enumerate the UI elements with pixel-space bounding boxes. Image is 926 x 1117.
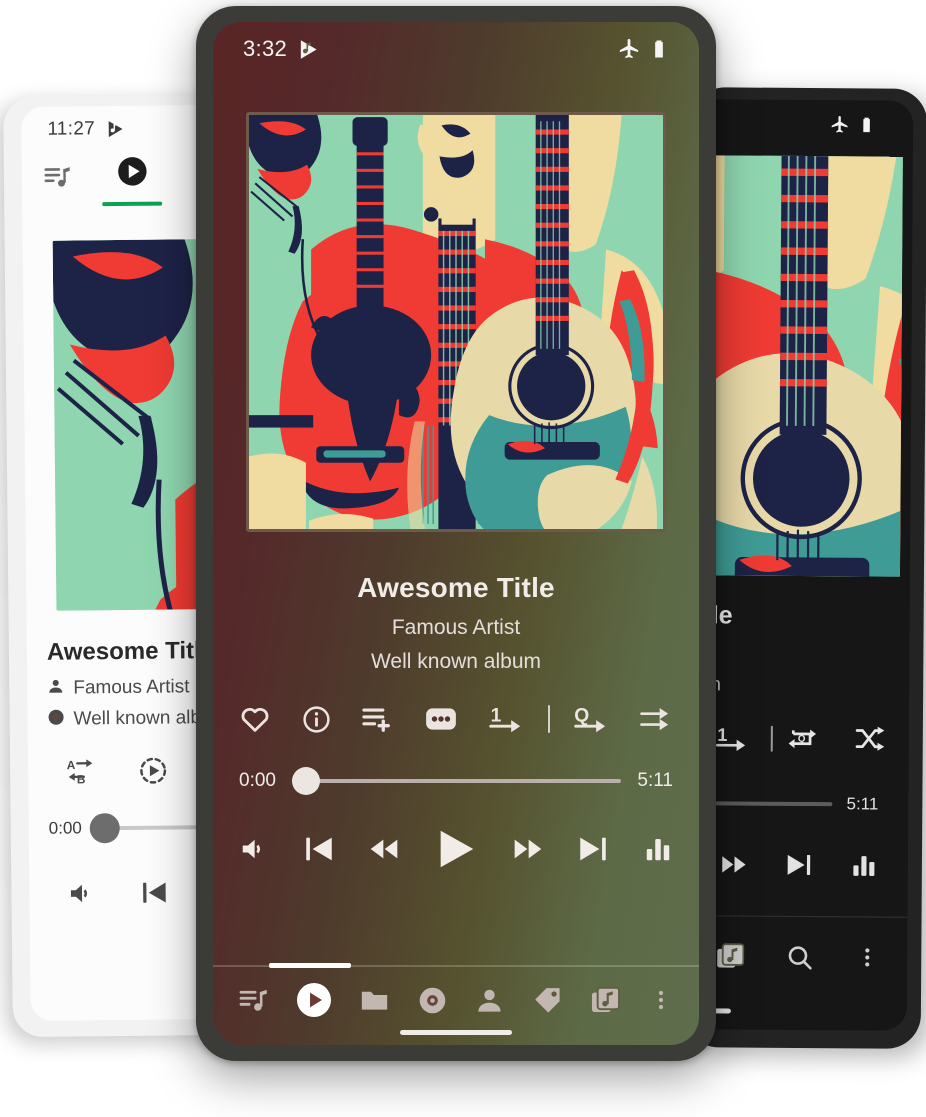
right-seek-bar[interactable]: 5:11 — [686, 753, 908, 815]
right-duration: 5:11 — [846, 794, 879, 814]
queue-music-icon — [44, 164, 71, 196]
next-track-button[interactable] — [576, 832, 610, 866]
rewind-button[interactable] — [368, 833, 400, 865]
phone-center-main: 3:32 Awesome Title Famous Artist Well kn… — [196, 6, 716, 1061]
center-track-artist: Famous Artist — [391, 616, 521, 639]
nav-separator — [213, 963, 699, 968]
right-album-artwork[interactable] — [709, 155, 903, 577]
next-track-button[interactable] — [784, 850, 814, 880]
right-action-row — [687, 696, 909, 755]
center-track-title: Awesome Title — [357, 572, 555, 603]
fast-forward-button[interactable] — [512, 833, 544, 865]
fast-forward-button[interactable] — [720, 850, 748, 878]
center-track-meta: Awesome Title Famous Artist Well known a… — [213, 572, 699, 674]
center-elapsed-time: 0:00 — [239, 770, 276, 791]
center-gesture-bar — [400, 1030, 512, 1035]
disc-icon — [47, 709, 64, 731]
nav-artists[interactable] — [475, 986, 504, 1015]
center-screen: 3:32 Awesome Title Famous Artist Well kn… — [213, 22, 699, 1045]
equalizer-button[interactable] — [850, 851, 878, 879]
nav-playlists[interactable] — [591, 986, 620, 1015]
music-note-play-icon — [105, 119, 125, 139]
add-to-queue-button[interactable] — [361, 703, 394, 736]
nav-overflow[interactable] — [649, 988, 673, 1012]
center-seek-bar[interactable]: 0:00 5:11 — [213, 767, 699, 795]
nav-player[interactable] — [296, 983, 331, 1017]
right-track-artist: Artist — [685, 642, 910, 666]
action-divider — [770, 725, 773, 752]
equalizer-button[interactable] — [643, 834, 673, 864]
center-duration: 5:11 — [637, 770, 673, 791]
nav-queue[interactable] — [239, 986, 268, 1015]
center-track-album: Well known album — [370, 650, 542, 673]
volume-button[interactable] — [239, 834, 269, 864]
airplane-mode-icon — [618, 38, 640, 60]
left-track-artist: Famous Artist — [73, 676, 190, 699]
right-track-album: album — [685, 674, 909, 698]
right-screen: Title Artist album 5:11 — [684, 99, 914, 1031]
sidebar-item-queue[interactable] — [44, 164, 71, 200]
play-queue-stop-button[interactable] — [573, 703, 609, 735]
nav-albums[interactable] — [418, 986, 447, 1015]
previous-track-button[interactable] — [302, 832, 336, 866]
play-one-stop-button[interactable] — [488, 703, 524, 735]
volume-button[interactable] — [67, 879, 95, 907]
nav-genres[interactable] — [533, 986, 562, 1015]
center-bottom-nav — [213, 983, 699, 1017]
battery-full-icon — [649, 39, 669, 59]
info-button[interactable] — [301, 704, 332, 735]
right-bottom-nav — [685, 916, 907, 972]
music-note-play-icon — [297, 38, 320, 61]
battery-full-icon — [858, 116, 875, 133]
center-transport-row — [213, 826, 699, 872]
center-status-bar: 3:32 — [213, 22, 699, 76]
sidebar-item-player[interactable] — [102, 156, 163, 207]
right-transport-row — [686, 813, 908, 881]
continue-button[interactable] — [639, 704, 673, 734]
shuffle-button[interactable] — [854, 723, 885, 754]
play-button[interactable] — [433, 826, 479, 872]
right-status-bar — [691, 99, 913, 149]
playback-speed-button[interactable] — [138, 756, 168, 786]
left-elapsed-time: 0:00 — [48, 818, 82, 838]
right-track-meta: Title Artist album — [685, 575, 910, 698]
repeat-queue-button[interactable] — [787, 723, 818, 754]
action-divider — [547, 705, 550, 733]
ab-repeat-button[interactable] — [66, 756, 96, 786]
nav-search[interactable] — [786, 943, 813, 970]
center-status-time: 3:32 — [243, 36, 288, 61]
phone-right-dark-theme: Title Artist album 5:11 — [684, 87, 926, 1049]
center-album-artwork[interactable] — [246, 112, 666, 532]
more-options-button[interactable] — [424, 702, 458, 736]
center-action-row — [213, 702, 699, 736]
left-status-time: 11:27 — [47, 118, 96, 140]
center-seek-thumb[interactable] — [291, 767, 320, 795]
play-circle-icon — [116, 156, 147, 192]
play-one-stop-button[interactable] — [715, 723, 749, 753]
airplane-mode-icon — [830, 115, 849, 134]
previous-track-button[interactable] — [139, 878, 169, 908]
screenshot-stage: 1 Q Q AB — [0, 0, 926, 1117]
person-icon — [47, 678, 64, 700]
nav-playlists[interactable] — [716, 942, 744, 970]
right-track-title: Title — [685, 601, 910, 632]
nav-folders[interactable] — [360, 986, 389, 1015]
nav-active-indicator — [269, 963, 351, 968]
nav-overflow[interactable] — [855, 945, 879, 969]
favorite-button[interactable] — [239, 703, 271, 735]
